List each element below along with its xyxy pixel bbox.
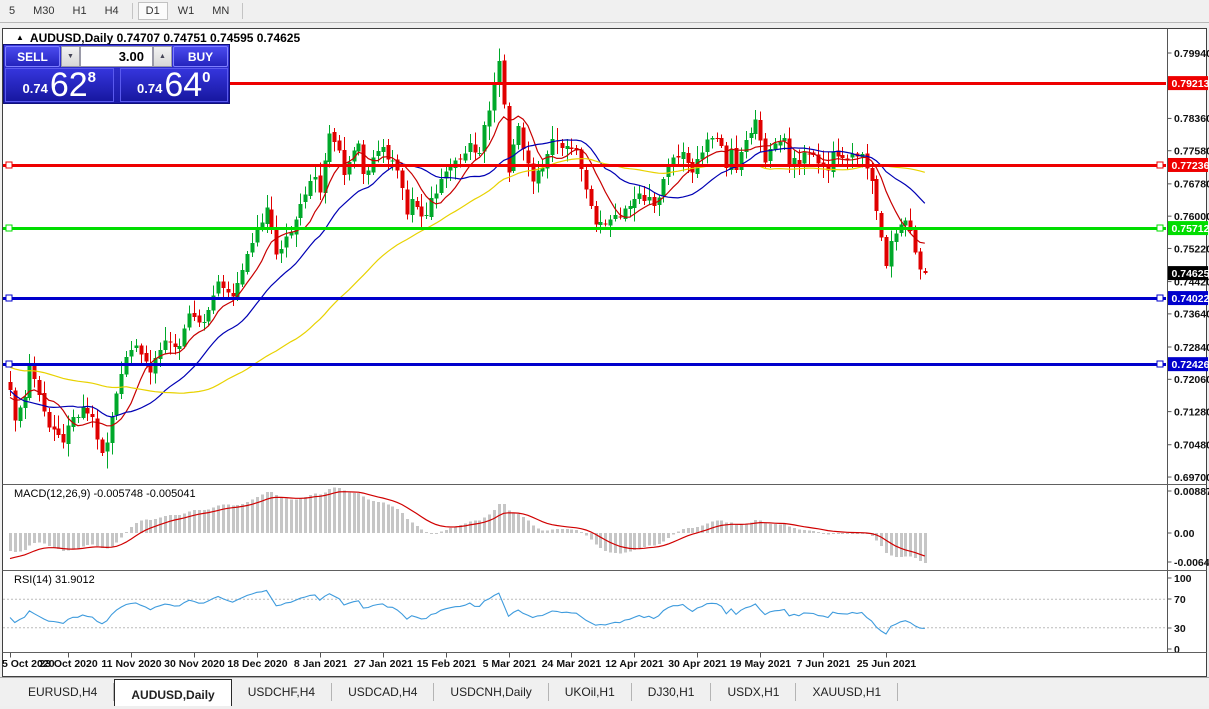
svg-text:70: 70 bbox=[1174, 594, 1186, 606]
svg-text:0: 0 bbox=[1174, 644, 1180, 656]
svg-text:27 Jan 2021: 27 Jan 2021 bbox=[354, 658, 413, 670]
svg-text:0.73640: 0.73640 bbox=[1174, 309, 1209, 321]
svg-text:0.78360: 0.78360 bbox=[1174, 113, 1209, 125]
tab-ukoil-h1[interactable]: UKOil,H1 bbox=[549, 683, 632, 701]
svg-text:19 May 2021: 19 May 2021 bbox=[730, 658, 791, 670]
one-click-trade-panel: SELL ▼ 3.00 ▲ BUY 0.74628 0.74640 bbox=[3, 44, 230, 104]
chart-tab-bar: EURUSD,H4AUDUSD,DailyUSDCHF,H4USDCAD,H4U… bbox=[0, 677, 1209, 706]
tab-usdchf-h4[interactable]: USDCHF,H4 bbox=[232, 683, 332, 701]
buy-price-prefix: 0.74 bbox=[137, 81, 162, 96]
timeframe-button-mn[interactable]: MN bbox=[204, 2, 237, 20]
svg-text:0.71280: 0.71280 bbox=[1174, 406, 1209, 418]
sell-price-prefix: 0.74 bbox=[23, 81, 48, 96]
svg-text:0.74022: 0.74022 bbox=[1172, 293, 1209, 305]
svg-text:0.008877: 0.008877 bbox=[1174, 486, 1209, 498]
chart-ohlc: 0.74707 0.74751 0.74595 0.74625 bbox=[117, 31, 301, 45]
tab-usdcad-h4[interactable]: USDCAD,H4 bbox=[332, 683, 434, 701]
timeframe-button-h4[interactable]: H4 bbox=[97, 2, 127, 20]
svg-text:0.72840: 0.72840 bbox=[1174, 342, 1209, 354]
svg-text:0.77236: 0.77236 bbox=[1172, 160, 1209, 172]
buy-price[interactable]: 0.74640 bbox=[120, 68, 229, 102]
svg-text:0.00: 0.00 bbox=[1174, 528, 1195, 540]
tab-audusd-daily[interactable]: AUDUSD,Daily bbox=[114, 679, 231, 706]
toolbar-separator bbox=[242, 3, 243, 19]
svg-text:25 Jun 2021: 25 Jun 2021 bbox=[857, 658, 917, 670]
symbol-marker-icon: ▲ bbox=[16, 33, 24, 42]
volume-decrease-button[interactable]: ▼ bbox=[61, 46, 80, 67]
timeframe-button-d1[interactable]: D1 bbox=[138, 2, 168, 20]
svg-text:18 Dec 2020: 18 Dec 2020 bbox=[227, 658, 287, 670]
chart-symbol: AUDUSD,Daily bbox=[30, 31, 113, 45]
svg-text:7 Jun 2021: 7 Jun 2021 bbox=[797, 658, 851, 670]
macd-label: MACD(12,26,9) -0.005748 -0.005041 bbox=[14, 488, 196, 500]
tab-xauusd-h1[interactable]: XAUUSD,H1 bbox=[796, 683, 898, 701]
svg-text:0.77580: 0.77580 bbox=[1174, 146, 1209, 158]
svg-text:15 Feb 2021: 15 Feb 2021 bbox=[417, 658, 477, 670]
timeframe-button-h1[interactable]: H1 bbox=[65, 2, 95, 20]
sell-price-sup: 8 bbox=[88, 69, 96, 86]
sell-price[interactable]: 0.74628 bbox=[5, 68, 114, 102]
buy-button[interactable]: BUY bbox=[173, 46, 228, 67]
svg-text:0.79213: 0.79213 bbox=[1172, 78, 1209, 90]
svg-text:5 Mar 2021: 5 Mar 2021 bbox=[483, 658, 537, 670]
svg-text:23 Oct 2020: 23 Oct 2020 bbox=[39, 658, 98, 670]
svg-text:0.76780: 0.76780 bbox=[1174, 179, 1209, 191]
sell-price-big: 62 bbox=[50, 71, 88, 100]
tab-usdx-h1[interactable]: USDX,H1 bbox=[711, 683, 796, 701]
svg-text:30: 30 bbox=[1174, 623, 1186, 635]
volume-increase-button[interactable]: ▲ bbox=[153, 46, 172, 67]
svg-text:-0.006445: -0.006445 bbox=[1174, 557, 1209, 569]
svg-text:30 Nov 2020: 30 Nov 2020 bbox=[164, 658, 225, 670]
svg-text:0.75712: 0.75712 bbox=[1172, 223, 1209, 235]
buy-price-big: 64 bbox=[164, 71, 202, 100]
timeframe-button-w1[interactable]: W1 bbox=[170, 2, 203, 20]
buy-price-sup: 0 bbox=[202, 69, 210, 86]
svg-text:8 Jan 2021: 8 Jan 2021 bbox=[294, 658, 347, 670]
tab-eurusd-h4[interactable]: EURUSD,H4 bbox=[12, 683, 114, 701]
svg-text:0.72060: 0.72060 bbox=[1174, 374, 1209, 386]
chart-title: ▲ AUDUSD,Daily 0.74707 0.74751 0.74595 0.… bbox=[16, 31, 300, 45]
timeframe-button-5[interactable]: 5 bbox=[1, 2, 23, 20]
rsi-label: RSI(14) 31.9012 bbox=[14, 574, 95, 586]
volume-input[interactable]: 3.00 bbox=[80, 46, 153, 67]
timeframe-button-m30[interactable]: M30 bbox=[25, 2, 62, 20]
svg-text:0.69700: 0.69700 bbox=[1174, 472, 1209, 484]
svg-text:30 Apr 2021: 30 Apr 2021 bbox=[668, 658, 727, 670]
svg-text:0.70480: 0.70480 bbox=[1174, 440, 1209, 452]
chart-canvas[interactable]: 0.799400.783600.775800.767800.760000.752… bbox=[0, 0, 1209, 709]
timeframe-toolbar: 5M30H1H4 D1W1MN bbox=[0, 0, 1209, 23]
svg-text:12 Apr 2021: 12 Apr 2021 bbox=[605, 658, 664, 670]
svg-text:100: 100 bbox=[1174, 573, 1192, 585]
terminal-window: 0.799400.783600.775800.767800.760000.752… bbox=[0, 0, 1209, 709]
svg-text:0.79940: 0.79940 bbox=[1174, 48, 1209, 60]
svg-text:0.74625: 0.74625 bbox=[1172, 268, 1209, 280]
chart-window-frame bbox=[3, 29, 1207, 677]
price-axis: 0.799400.783600.775800.767800.760000.752… bbox=[1168, 29, 1209, 656]
tab-dj30-h1[interactable]: DJ30,H1 bbox=[632, 683, 712, 701]
tab-usdcnh-daily[interactable]: USDCNH,Daily bbox=[434, 683, 548, 701]
sell-button[interactable]: SELL bbox=[5, 46, 60, 67]
svg-text:0.75220: 0.75220 bbox=[1174, 243, 1209, 255]
svg-text:11 Nov 2020: 11 Nov 2020 bbox=[101, 658, 161, 670]
toolbar-separator bbox=[132, 3, 133, 19]
svg-text:0.72426: 0.72426 bbox=[1172, 359, 1209, 371]
svg-text:24 Mar 2021: 24 Mar 2021 bbox=[542, 658, 602, 670]
